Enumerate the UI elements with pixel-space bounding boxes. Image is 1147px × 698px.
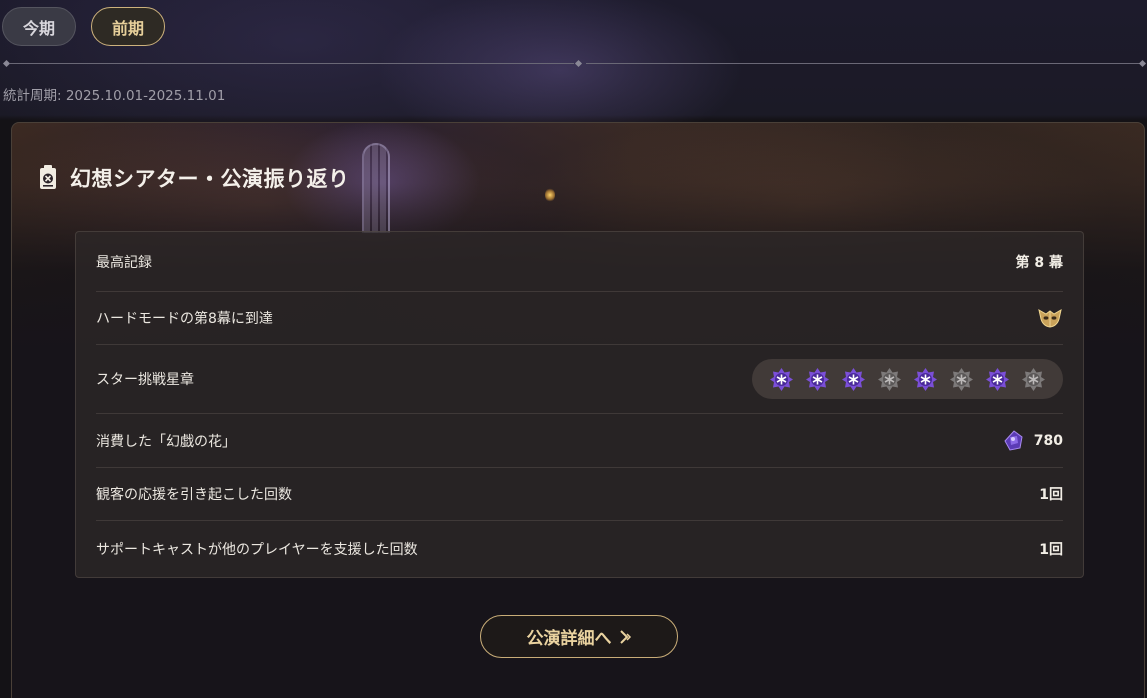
star-badge-empty-icon — [949, 367, 974, 392]
golden-mask-icon — [1037, 307, 1063, 329]
stat-row-flowers-spent: 消費した「幻戯の花」 780 — [96, 414, 1063, 468]
stat-row-audience-cheers: 観客の応援を引き起こした回数 1回 — [96, 468, 1063, 521]
stat-row-star-badges: スター挑戦星章 — [96, 345, 1063, 414]
chevron-right-icon — [618, 629, 632, 645]
theater-card-icon — [38, 165, 58, 191]
star-badge-earned-icon — [841, 367, 866, 392]
stat-value: 1回 — [1039, 487, 1063, 503]
tab-current-period[interactable]: 今期 — [2, 7, 76, 46]
star-badge-empty-icon — [877, 367, 902, 392]
theater-review-card: 幻想シアター・公演振り返り 最高記録 第 8 幕 ハードモードの第8幕に到達 ス… — [11, 122, 1145, 698]
stat-value-group: 780 — [1002, 429, 1063, 453]
background-window — [362, 143, 390, 233]
stat-label: 観客の応援を引き起こした回数 — [96, 487, 292, 503]
background-lamp — [545, 188, 555, 202]
stat-value: 780 — [1033, 432, 1063, 449]
stat-label: 消費した「幻戯の花」 — [96, 433, 236, 450]
statistics-period: 統計周期: 2025.10.01-2025.11.01 — [3, 88, 226, 104]
stat-value: 第 8 幕 — [1015, 254, 1064, 271]
stat-row-support-cast: サポートキャストが他のプレイヤーを支援した回数 1回 — [96, 521, 1063, 577]
stat-label: 最高記録 — [96, 254, 152, 271]
stat-label: スター挑戦星章 — [96, 372, 194, 388]
performance-details-label: 公演詳細へ — [526, 629, 612, 649]
star-badge-earned-icon — [985, 367, 1010, 392]
star-badge-earned-icon — [913, 367, 938, 392]
fantasia-flower-icon — [1002, 429, 1026, 453]
card-title: 幻想シアター・公演振り返り — [38, 163, 350, 193]
stat-value: 1回 — [1039, 542, 1063, 558]
star-badge-earned-icon — [805, 367, 830, 392]
stats-table: 最高記録 第 8 幕 ハードモードの第8幕に到達 スター挑戦星章 消費した「幻戯… — [75, 231, 1084, 578]
stat-label: ハードモードの第8幕に到達 — [96, 311, 273, 327]
star-badge-earned-icon — [769, 367, 794, 392]
stat-row-best-record: 最高記録 第 8 幕 — [96, 232, 1063, 292]
star-badge-empty-icon — [1021, 367, 1046, 392]
divider — [2, 59, 1147, 68]
performance-details-button[interactable]: 公演詳細へ — [480, 615, 678, 658]
stat-row-hard-mode: ハードモードの第8幕に到達 — [96, 292, 1063, 345]
star-badge-list — [752, 359, 1063, 399]
page: 今期 前期 統計周期: 2025.10.01-2025.11.01 幻想シアター… — [0, 0, 1147, 698]
stat-label: サポートキャストが他のプレイヤーを支援した回数 — [96, 542, 418, 558]
tab-previous-period[interactable]: 前期 — [91, 7, 165, 46]
card-title-text: 幻想シアター・公演振り返り — [70, 167, 350, 191]
